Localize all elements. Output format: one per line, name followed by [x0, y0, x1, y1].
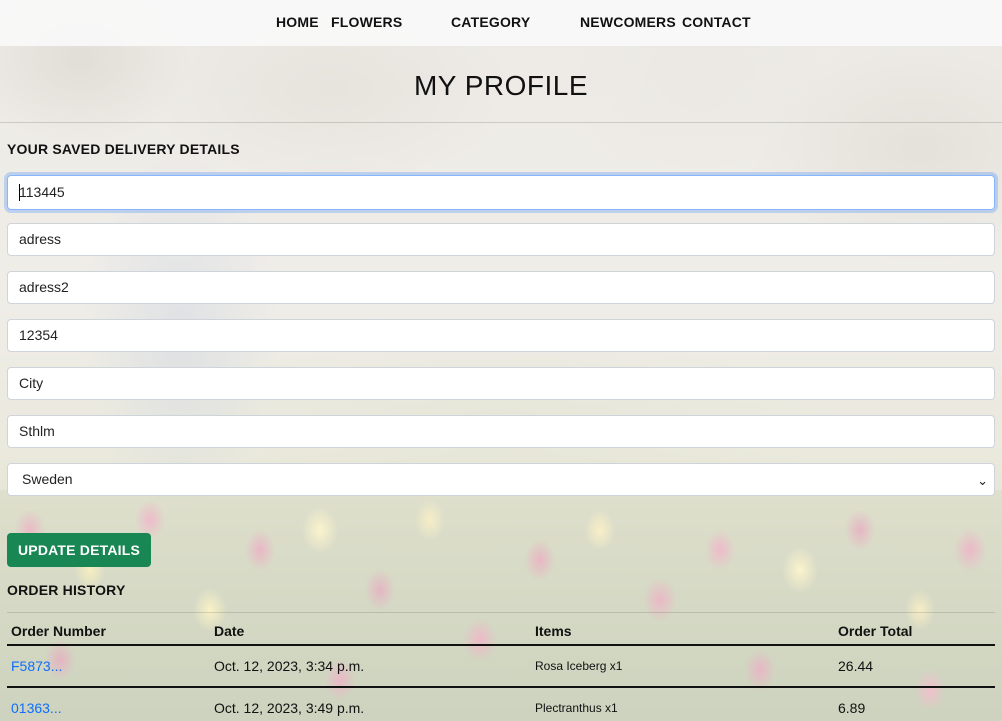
- order-items: Rosa Iceberg x1: [531, 644, 834, 688]
- delivery-form: 113445 adress adress2 12354 City Sthlm S…: [0, 175, 1002, 496]
- county-field[interactable]: Sthlm: [7, 415, 995, 448]
- table-header-row: Order Number Date Items Order Total: [7, 612, 995, 646]
- street-address-2-field[interactable]: adress2: [7, 271, 995, 304]
- order-number-link[interactable]: F5873...: [11, 658, 62, 674]
- order-date: Oct. 12, 2023, 3:34 p.m.: [210, 644, 531, 688]
- update-details-button[interactable]: UPDATE DETAILS: [7, 533, 152, 567]
- table-row: 01363... Oct. 12, 2023, 3:49 p.m. Plectr…: [7, 686, 995, 721]
- postcode-field[interactable]: 12354: [7, 319, 995, 352]
- divider: [0, 122, 1002, 123]
- county-value: Sthlm: [19, 423, 55, 439]
- order-items: Plectranthus x1: [531, 686, 834, 721]
- page-title: MY PROFILE: [413, 70, 589, 101]
- order-total: 6.89: [834, 686, 995, 721]
- order-number-link[interactable]: 01363...: [11, 700, 62, 716]
- street-address-1-value: adress: [19, 231, 62, 247]
- phone-number-value: 113445: [19, 184, 65, 200]
- order-total: 26.44: [834, 644, 995, 688]
- header-items: Items: [531, 612, 834, 646]
- postcode-value: 12354: [19, 327, 58, 343]
- nav-contact[interactable]: CONTACT: [682, 14, 751, 30]
- country-select[interactable]: Sweden ⌄: [7, 463, 995, 496]
- header-date: Date: [210, 612, 531, 646]
- table-row: F5873... Oct. 12, 2023, 3:34 p.m. Rosa I…: [7, 644, 995, 688]
- order-date: Oct. 12, 2023, 3:49 p.m.: [210, 686, 531, 721]
- top-navigation: HOME FLOWERS CATEGORY NEWCOMERS CONTACT: [0, 0, 1002, 46]
- phone-number-field[interactable]: 113445: [7, 175, 995, 210]
- nav-newcomers[interactable]: NEWCOMERS: [580, 14, 676, 30]
- nav-category[interactable]: CATEGORY: [451, 14, 530, 30]
- order-history-title: ORDER HISTORY: [7, 582, 126, 598]
- street-address-1-field[interactable]: adress: [7, 223, 995, 256]
- profile-page: HOME FLOWERS CATEGORY NEWCOMERS CONTACT …: [0, 0, 1002, 721]
- nav-flowers[interactable]: FLOWERS: [331, 14, 402, 30]
- street-address-2-value: adress2: [19, 279, 69, 295]
- chevron-down-icon: ⌄: [977, 473, 988, 488]
- town-or-city-value: City: [19, 375, 44, 391]
- order-history-table: Order Number Date Items Order Total F587…: [7, 612, 995, 721]
- country-selected-value: Sweden: [22, 471, 73, 487]
- header-order-total: Order Total: [834, 612, 995, 646]
- nav-home[interactable]: HOME: [276, 14, 319, 30]
- text-caret: [19, 184, 20, 201]
- delivery-section-title: YOUR SAVED DELIVERY DETAILS: [7, 141, 240, 157]
- town-or-city-field[interactable]: City: [7, 367, 995, 400]
- header-order-number: Order Number: [7, 612, 210, 646]
